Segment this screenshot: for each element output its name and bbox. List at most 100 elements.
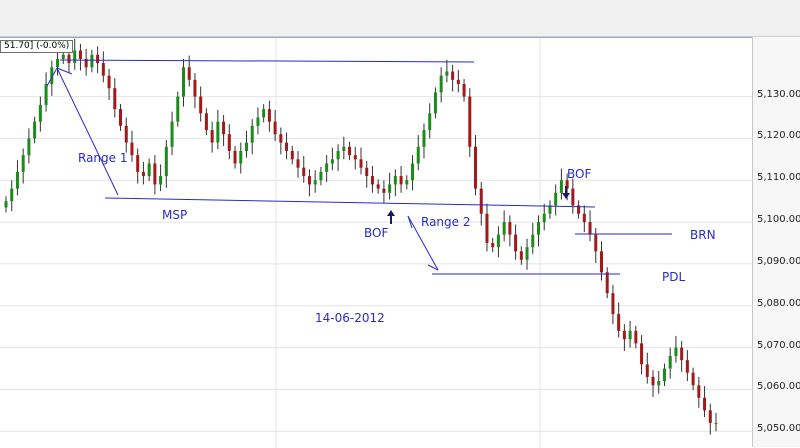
candle-down	[273, 121, 277, 135]
candle-down	[468, 96, 472, 147]
candle-up	[10, 188, 14, 202]
candle-down	[582, 213, 586, 223]
candle-up	[176, 96, 180, 122]
candle-down	[119, 109, 123, 126]
candle-down	[691, 372, 695, 386]
price-chart: Range 1 MSP BOF Range 2 BOF BRN PDL 14-0…	[0, 37, 800, 448]
candle-down	[697, 385, 701, 398]
candle-up	[15, 171, 19, 189]
bof1-arrow-head	[387, 210, 395, 216]
candle-down	[136, 155, 140, 172]
range1-label: Range 1	[78, 151, 127, 165]
candle-up	[393, 176, 397, 185]
candle-up	[170, 121, 174, 147]
candle-down	[124, 125, 128, 143]
candle-up	[542, 213, 546, 223]
price-tick-label: 5,110.00	[757, 172, 800, 184]
candle-down	[399, 176, 403, 185]
candle-down	[130, 142, 134, 156]
window-toolbar	[0, 0, 800, 37]
candle-up	[662, 368, 666, 382]
candle-down	[296, 159, 300, 168]
candle-down	[451, 71, 455, 80]
candle-up	[628, 330, 632, 340]
candle-down	[141, 171, 145, 177]
candle-down	[199, 96, 203, 114]
candle-up	[428, 113, 432, 131]
candle-up	[502, 222, 506, 235]
candle-down	[285, 142, 289, 151]
candle-up	[38, 104, 42, 122]
candle-up	[668, 355, 672, 369]
candle-down	[645, 364, 649, 377]
candle-down	[708, 410, 712, 423]
candle-up	[445, 71, 449, 76]
candle-down	[485, 213, 489, 243]
candle-down	[187, 67, 191, 80]
candle-up	[433, 92, 437, 114]
candle-down	[617, 314, 621, 331]
price-tick-label: 5,120.00	[757, 130, 800, 142]
candle-up	[164, 146, 168, 177]
candle-down	[227, 134, 231, 151]
candle-up	[262, 109, 266, 118]
price-tick-label: 5,070.00	[757, 339, 800, 351]
candle-down	[101, 63, 105, 76]
annotations: Range 1 MSP BOF Range 2 BOF BRN PDL 14-0…	[46, 59, 716, 325]
candle-down	[307, 176, 311, 185]
candle-up	[61, 54, 65, 59]
candle-down	[153, 163, 157, 185]
price-tick-label: 5,100.00	[757, 214, 800, 226]
candle-down	[651, 376, 655, 386]
candle-up	[416, 146, 420, 164]
candle-down	[622, 330, 626, 340]
candle-up	[537, 222, 540, 235]
candle-down	[279, 134, 283, 143]
candle-down	[210, 130, 214, 143]
candle-up	[21, 155, 25, 172]
candle-down	[680, 347, 684, 361]
candle-down	[365, 167, 369, 177]
candle-up	[496, 234, 500, 248]
candle-down	[456, 79, 460, 85]
price-tick-label: 5,090.00	[757, 255, 800, 267]
candle-up	[325, 163, 329, 172]
candle-down	[491, 243, 495, 248]
candle-down	[462, 84, 466, 97]
bof2-label: BOF	[567, 167, 591, 181]
msp-support-line	[104, 197, 596, 208]
candle-up	[342, 146, 346, 151]
msp-label: MSP	[162, 208, 187, 222]
candle-up	[256, 117, 260, 126]
bof1-label: BOF	[364, 226, 388, 240]
candle-up	[159, 176, 163, 185]
candle-down	[519, 251, 523, 260]
candle-down	[204, 113, 208, 131]
candle-up	[411, 163, 415, 181]
price-tick-label: 5,080.00	[757, 297, 800, 309]
top-resistance-line	[59, 59, 475, 63]
candle-down	[302, 167, 306, 177]
candle-down	[685, 360, 689, 373]
candle-down	[571, 188, 575, 206]
pdl-label: PDL	[662, 270, 685, 284]
candle-up	[714, 422, 718, 424]
candle-up	[422, 130, 426, 147]
candle-up	[44, 84, 48, 105]
candle-up	[4, 201, 8, 208]
candle-up	[439, 75, 443, 93]
candle-up	[147, 163, 151, 177]
brn-label: BRN	[690, 228, 716, 242]
date-label: 14-06-2012	[315, 311, 385, 325]
candle-down	[370, 176, 374, 185]
candle-down	[67, 54, 71, 64]
candle-up	[674, 347, 678, 356]
candle-up	[525, 247, 529, 260]
candle-down	[96, 54, 100, 64]
candle-up	[336, 150, 340, 160]
candle-up	[405, 180, 409, 185]
candle-up	[559, 180, 563, 193]
candle-up	[216, 121, 220, 143]
candle-down	[290, 150, 294, 160]
bof2-arrow-head	[562, 193, 570, 199]
